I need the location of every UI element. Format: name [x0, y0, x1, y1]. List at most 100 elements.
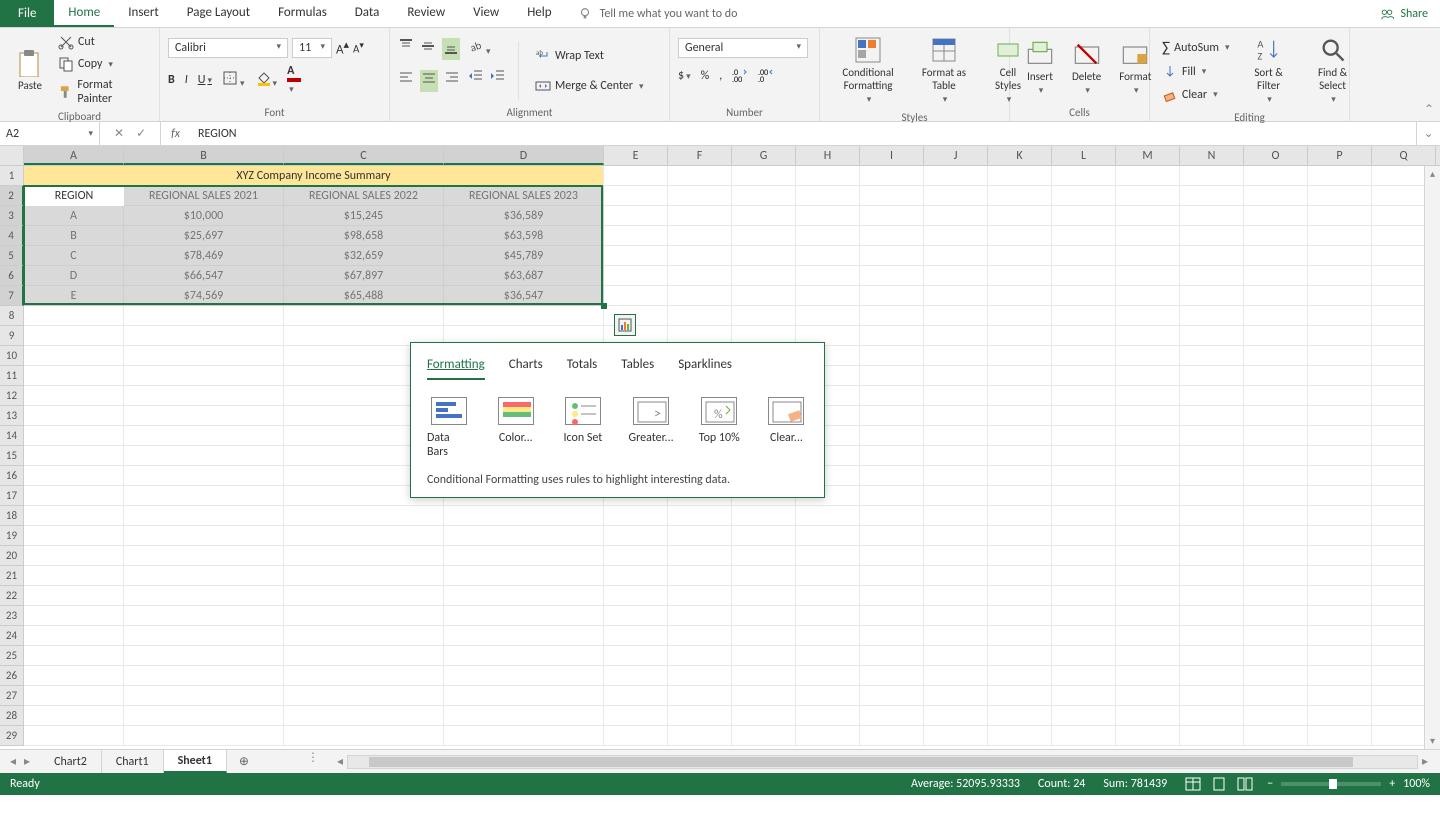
cell-F3[interactable]: [668, 206, 732, 226]
cell-A11[interactable]: [24, 366, 124, 386]
cell-A18[interactable]: [24, 506, 124, 526]
cell-N8[interactable]: [1180, 306, 1244, 326]
cell-K18[interactable]: [988, 506, 1052, 526]
cell-I28[interactable]: [860, 706, 924, 726]
format-painter-button[interactable]: Format Painter: [54, 76, 151, 108]
horizontal-scrollbar[interactable]: ◂ ▸: [325, 750, 1440, 773]
cell-C23[interactable]: [284, 606, 444, 626]
border-button[interactable]: [222, 70, 245, 90]
cell-E4[interactable]: [604, 226, 668, 246]
cell-D18[interactable]: [444, 506, 604, 526]
tab-formulas[interactable]: Formulas: [264, 0, 341, 27]
find-select-button[interactable]: Find & Select: [1304, 32, 1362, 109]
row-header-26[interactable]: 26: [0, 666, 24, 686]
qa-item-top10[interactable]: %Top 10%: [698, 397, 741, 459]
col-header-N[interactable]: N: [1180, 146, 1244, 165]
cell-K4[interactable]: [988, 226, 1052, 246]
row-header-2[interactable]: 2: [0, 186, 24, 206]
cell-N10[interactable]: [1180, 346, 1244, 366]
cell-F26[interactable]: [668, 666, 732, 686]
tell-me[interactable]: Tell me what you want to do: [566, 0, 750, 27]
cell-C4[interactable]: $98,658: [284, 226, 444, 246]
cut-button[interactable]: Cut: [54, 32, 151, 52]
cell-O13[interactable]: [1244, 406, 1308, 426]
cell-A14[interactable]: [24, 426, 124, 446]
cell-J15[interactable]: [924, 446, 988, 466]
cell-B21[interactable]: [124, 566, 284, 586]
col-header-Q[interactable]: Q: [1372, 146, 1436, 165]
row-header-25[interactable]: 25: [0, 646, 24, 666]
cell-N14[interactable]: [1180, 426, 1244, 446]
qa-tab-totals[interactable]: Totals: [567, 355, 598, 380]
cell-G20[interactable]: [732, 546, 796, 566]
cell-N12[interactable]: [1180, 386, 1244, 406]
col-header-C[interactable]: C: [284, 146, 444, 165]
cell-I6[interactable]: [860, 266, 924, 286]
cell-C2[interactable]: REGIONAL SALES 2022: [284, 186, 444, 206]
cell-H4[interactable]: [796, 226, 860, 246]
cell-I14[interactable]: [860, 426, 924, 446]
cell-F5[interactable]: [668, 246, 732, 266]
cell-P21[interactable]: [1308, 566, 1372, 586]
cell-P16[interactable]: [1308, 466, 1372, 486]
cell-N7[interactable]: [1180, 286, 1244, 306]
cell-J12[interactable]: [924, 386, 988, 406]
cell-P24[interactable]: [1308, 626, 1372, 646]
cell-K17[interactable]: [988, 486, 1052, 506]
cell-N20[interactable]: [1180, 546, 1244, 566]
cell-M3[interactable]: [1116, 206, 1180, 226]
cell-C25[interactable]: [284, 646, 444, 666]
cell-H29[interactable]: [796, 726, 860, 746]
cell-J3[interactable]: [924, 206, 988, 226]
cell-B20[interactable]: [124, 546, 284, 566]
cell-O25[interactable]: [1244, 646, 1308, 666]
cell-D4[interactable]: $63,598: [444, 226, 604, 246]
decrease-decimal-button[interactable]: .00.0: [758, 66, 774, 86]
row-header-6[interactable]: 6: [0, 266, 24, 286]
zoom-out-button[interactable]: −: [1267, 777, 1273, 791]
cell-G27[interactable]: [732, 686, 796, 706]
cell-C24[interactable]: [284, 626, 444, 646]
cell-B24[interactable]: [124, 626, 284, 646]
cell-F6[interactable]: [668, 266, 732, 286]
cell-L7[interactable]: [1052, 286, 1116, 306]
cell-L2[interactable]: [1052, 186, 1116, 206]
cell-L21[interactable]: [1052, 566, 1116, 586]
cell-N27[interactable]: [1180, 686, 1244, 706]
cell-E25[interactable]: [604, 646, 668, 666]
cell-H22[interactable]: [796, 586, 860, 606]
cell-O14[interactable]: [1244, 426, 1308, 446]
cell-F18[interactable]: [668, 506, 732, 526]
align-left-button[interactable]: [398, 70, 414, 92]
cell-F22[interactable]: [668, 586, 732, 606]
zoom-in-button[interactable]: +: [1389, 777, 1395, 791]
cell-K22[interactable]: [988, 586, 1052, 606]
cell-M22[interactable]: [1116, 586, 1180, 606]
cell-K2[interactable]: [988, 186, 1052, 206]
cell-A12[interactable]: [24, 386, 124, 406]
cell-I13[interactable]: [860, 406, 924, 426]
cell-P26[interactable]: [1308, 666, 1372, 686]
cell-P6[interactable]: [1308, 266, 1372, 286]
cell-O16[interactable]: [1244, 466, 1308, 486]
cell-F23[interactable]: [668, 606, 732, 626]
cell-L29[interactable]: [1052, 726, 1116, 746]
cell-C7[interactable]: $65,488: [284, 286, 444, 306]
cell-P3[interactable]: [1308, 206, 1372, 226]
cell-J19[interactable]: [924, 526, 988, 546]
tab-insert[interactable]: Insert: [114, 0, 173, 27]
cell-D2[interactable]: REGIONAL SALES 2023: [444, 186, 604, 206]
cell-I27[interactable]: [860, 686, 924, 706]
cell-C21[interactable]: [284, 566, 444, 586]
cell-P19[interactable]: [1308, 526, 1372, 546]
orientation-button[interactable]: ab: [468, 38, 506, 58]
cell-K15[interactable]: [988, 446, 1052, 466]
cell-D5[interactable]: $45,789: [444, 246, 604, 266]
cell-I9[interactable]: [860, 326, 924, 346]
cell-D23[interactable]: [444, 606, 604, 626]
cell-P25[interactable]: [1308, 646, 1372, 666]
cell-O5[interactable]: [1244, 246, 1308, 266]
cell-F2[interactable]: [668, 186, 732, 206]
cell-L19[interactable]: [1052, 526, 1116, 546]
cell-K26[interactable]: [988, 666, 1052, 686]
